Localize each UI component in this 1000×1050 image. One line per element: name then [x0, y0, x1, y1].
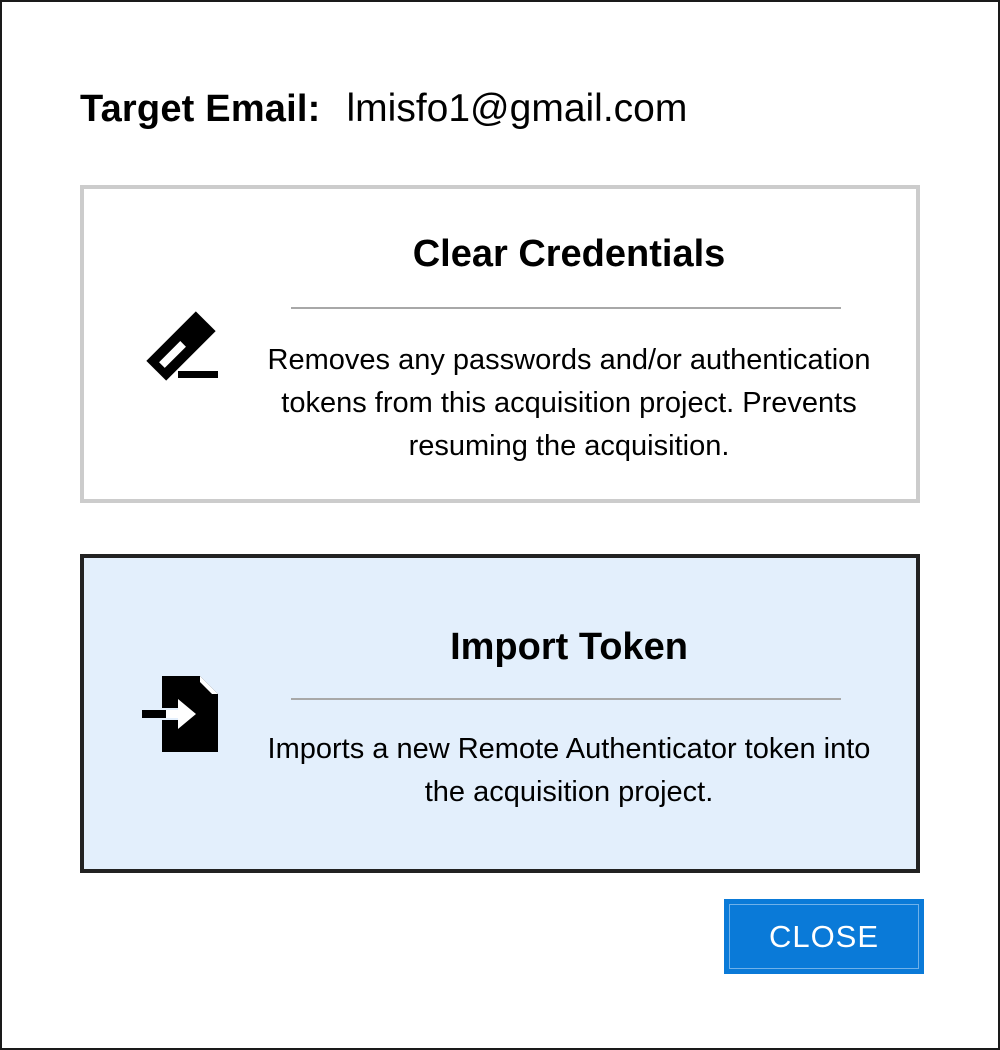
- dialog: Target Email: lmisfo1@gmail.com Clear Cr…: [0, 0, 1000, 1050]
- clear-credentials-title: Clear Credentials: [412, 233, 726, 275]
- file-import-icon: [142, 676, 218, 752]
- import-token-option[interactable]: Import Token Imports a new Remote Authen…: [80, 554, 920, 873]
- clear-credentials-option[interactable]: Clear Credentials Removes any passwords …: [80, 185, 920, 503]
- target-email-row: Target Email: lmisfo1@gmail.com: [80, 84, 687, 134]
- target-email-value: lmisfo1@gmail.com: [346, 87, 688, 130]
- target-email-label: Target Email:: [80, 87, 321, 130]
- close-button[interactable]: CLOSE: [724, 899, 924, 974]
- eraser-icon: [146, 311, 218, 381]
- import-token-description: Imports a new Remote Authenticator token…: [267, 733, 871, 808]
- clear-credentials-description: Removes any passwords and/or authenticat…: [267, 344, 871, 462]
- import-token-divider: [291, 698, 841, 700]
- clear-credentials-divider: [291, 307, 841, 309]
- import-token-title: Import Token: [450, 626, 688, 668]
